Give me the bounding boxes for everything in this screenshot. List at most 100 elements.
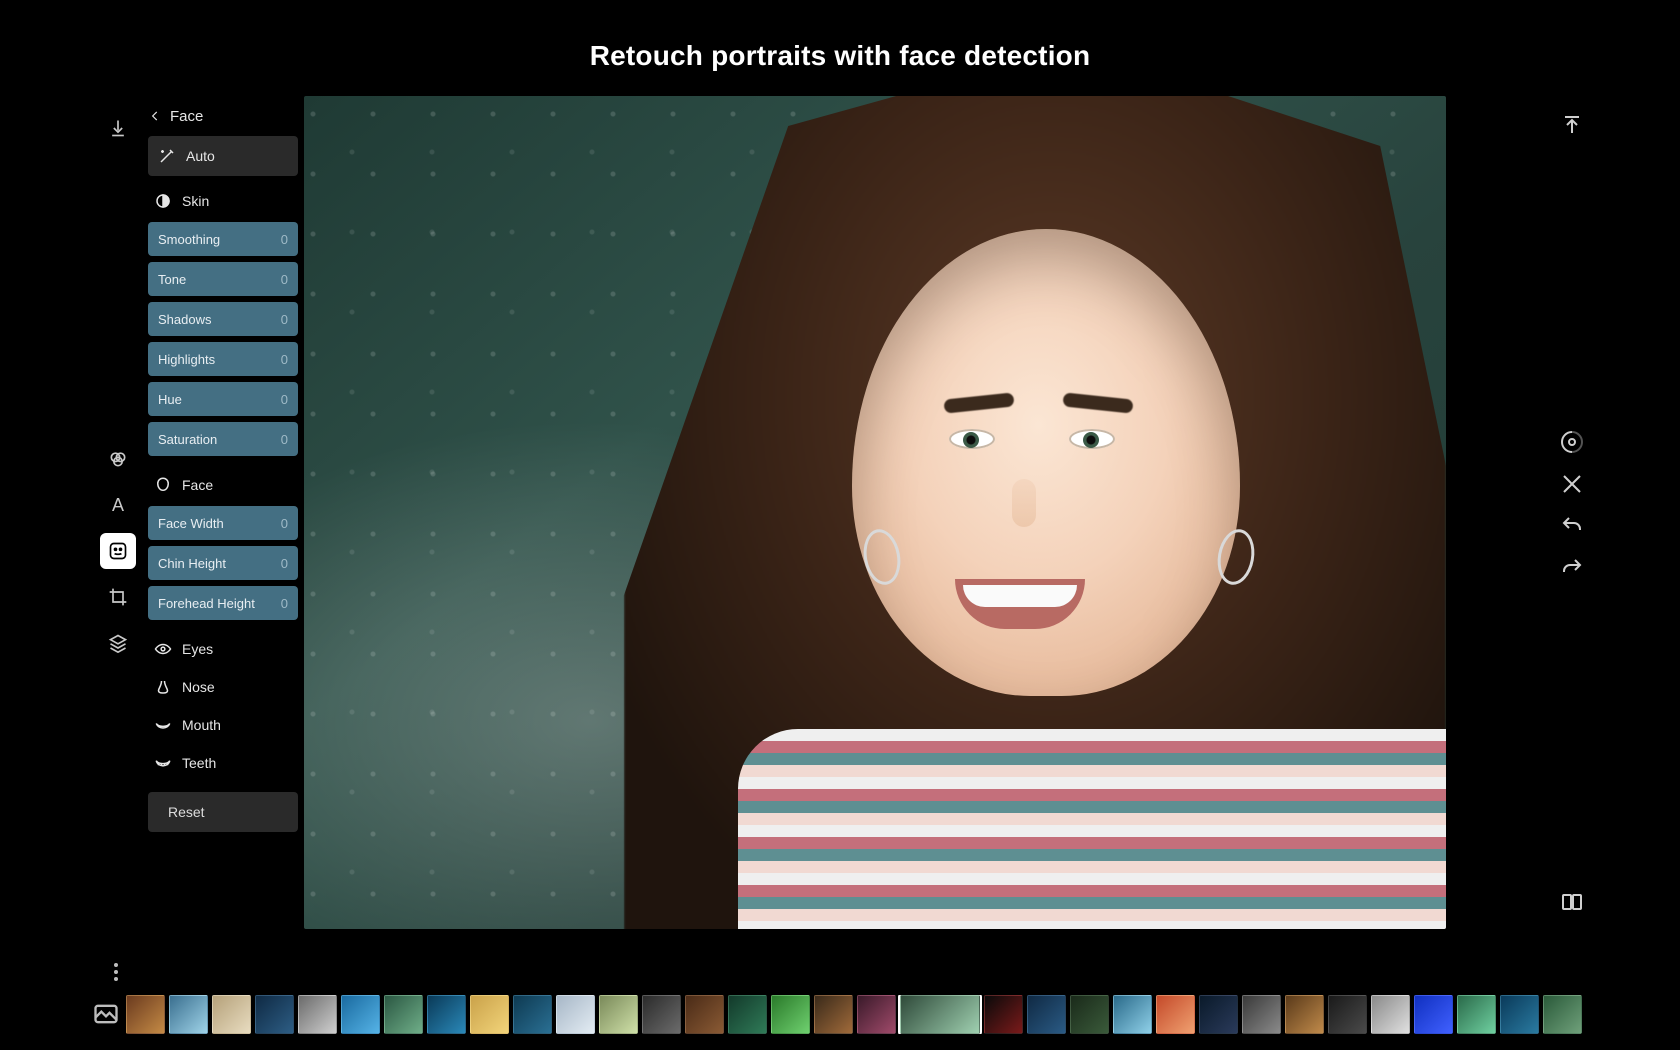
thumbnail[interactable] bbox=[384, 995, 423, 1034]
thumbnail[interactable] bbox=[427, 995, 466, 1034]
thumbnail[interactable] bbox=[169, 995, 208, 1034]
redo-icon[interactable] bbox=[1560, 556, 1584, 580]
auto-button[interactable]: Auto bbox=[148, 136, 298, 176]
thumbnail[interactable] bbox=[341, 995, 380, 1034]
slider-label: Hue bbox=[158, 392, 182, 407]
thumbnail[interactable] bbox=[857, 995, 896, 1034]
more-icon[interactable] bbox=[104, 960, 128, 984]
mouth-icon bbox=[154, 716, 172, 734]
face-label: Face bbox=[182, 477, 213, 493]
crop-icon[interactable] bbox=[100, 579, 136, 615]
slider-value: 0 bbox=[281, 516, 288, 531]
filters-icon[interactable] bbox=[100, 441, 136, 477]
slider-label: Tone bbox=[158, 272, 186, 287]
slider-smoothing[interactable]: Smoothing 0 bbox=[148, 222, 298, 256]
thumbnail[interactable] bbox=[1371, 995, 1410, 1034]
thumbnail[interactable] bbox=[212, 995, 251, 1034]
skin-section[interactable]: Skin bbox=[148, 182, 298, 220]
filmstrip bbox=[92, 990, 1588, 1038]
auto-label: Auto bbox=[186, 148, 215, 164]
slider-label: Shadows bbox=[158, 312, 211, 327]
thumbnail[interactable] bbox=[1414, 995, 1453, 1034]
gallery-icon[interactable] bbox=[92, 1000, 120, 1028]
panel-title: Face bbox=[170, 108, 203, 125]
thumbnail[interactable] bbox=[1457, 995, 1496, 1034]
export-icon[interactable] bbox=[1560, 113, 1584, 137]
slider-highlights[interactable]: Highlights 0 bbox=[148, 342, 298, 376]
thumbnail[interactable] bbox=[1328, 995, 1367, 1034]
skin-label: Skin bbox=[182, 193, 209, 209]
thumbnail[interactable] bbox=[1027, 995, 1066, 1034]
eye-icon bbox=[154, 640, 172, 658]
slider-label: Smoothing bbox=[158, 232, 220, 247]
face-section[interactable]: Face bbox=[148, 466, 298, 504]
slider-label: Forehead Height bbox=[158, 596, 255, 611]
thumbnail[interactable] bbox=[470, 995, 509, 1034]
thumbnail[interactable] bbox=[255, 995, 294, 1034]
slider-chin-height[interactable]: Chin Height 0 bbox=[148, 546, 298, 580]
thumbnail[interactable] bbox=[1156, 995, 1195, 1034]
slider-value: 0 bbox=[281, 272, 288, 287]
slider-forehead-height[interactable]: Forehead Height 0 bbox=[148, 586, 298, 620]
reset-button[interactable]: Reset bbox=[148, 792, 298, 832]
thumbnail[interactable] bbox=[984, 995, 1023, 1034]
thumbnail[interactable] bbox=[1500, 995, 1539, 1034]
thumbnail[interactable] bbox=[814, 995, 853, 1034]
slider-value: 0 bbox=[281, 392, 288, 407]
thumbnail[interactable] bbox=[1242, 995, 1281, 1034]
thumbnail[interactable] bbox=[1113, 995, 1152, 1034]
thumbnail[interactable] bbox=[900, 995, 980, 1034]
slider-hue[interactable]: Hue 0 bbox=[148, 382, 298, 416]
thumbnail[interactable] bbox=[1199, 995, 1238, 1034]
slider-label: Saturation bbox=[158, 432, 217, 447]
thumbnail[interactable] bbox=[298, 995, 337, 1034]
download-icon[interactable] bbox=[100, 110, 136, 146]
mouth-section[interactable]: Mouth bbox=[148, 706, 298, 744]
thumbnail[interactable] bbox=[642, 995, 681, 1034]
headline: Retouch portraits with face detection bbox=[0, 40, 1680, 72]
heal-icon[interactable] bbox=[1560, 472, 1584, 496]
teeth-icon bbox=[154, 754, 172, 772]
layers-icon[interactable] bbox=[100, 625, 136, 661]
slider-label: Highlights bbox=[158, 352, 215, 367]
thumbnail-strip bbox=[126, 995, 1588, 1034]
thumbnail[interactable] bbox=[513, 995, 552, 1034]
radial-icon[interactable] bbox=[1560, 430, 1584, 454]
thumbnail[interactable] bbox=[1285, 995, 1324, 1034]
nose-section[interactable]: Nose bbox=[148, 668, 298, 706]
thumbnail[interactable] bbox=[1070, 995, 1109, 1034]
teeth-section[interactable]: Teeth bbox=[148, 744, 298, 782]
nose-icon bbox=[154, 678, 172, 696]
face-panel: Face Auto Skin Smoothing 0 Tone 0 bbox=[148, 96, 298, 832]
thumbnail[interactable] bbox=[728, 995, 767, 1034]
slider-tone[interactable]: Tone 0 bbox=[148, 262, 298, 296]
thumbnail[interactable] bbox=[771, 995, 810, 1034]
thumbnail[interactable] bbox=[1543, 995, 1582, 1034]
slider-label: Face Width bbox=[158, 516, 224, 531]
face-outline-icon bbox=[154, 476, 172, 494]
chevron-left-icon bbox=[148, 109, 162, 123]
slider-face-width[interactable]: Face Width 0 bbox=[148, 506, 298, 540]
face-tool-icon[interactable] bbox=[100, 533, 136, 569]
portrait-teeth bbox=[963, 585, 1077, 607]
thumbnail[interactable] bbox=[599, 995, 638, 1034]
thumbnail[interactable] bbox=[685, 995, 724, 1034]
eyes-label: Eyes bbox=[182, 641, 213, 657]
compare-icon[interactable] bbox=[1560, 890, 1584, 914]
thumbnail[interactable] bbox=[126, 995, 165, 1034]
eyes-section[interactable]: Eyes bbox=[148, 630, 298, 668]
image-canvas[interactable] bbox=[304, 96, 1446, 929]
portrait-shirt bbox=[738, 729, 1446, 929]
slider-shadows[interactable]: Shadows 0 bbox=[148, 302, 298, 336]
teeth-label: Teeth bbox=[182, 755, 216, 771]
panel-back[interactable]: Face bbox=[148, 96, 298, 136]
slider-value: 0 bbox=[281, 432, 288, 447]
face-sliders: Face Width 0 Chin Height 0 Forehead Heig… bbox=[148, 506, 298, 620]
text-icon[interactable]: A bbox=[100, 487, 136, 523]
mouth-label: Mouth bbox=[182, 717, 221, 733]
contrast-icon bbox=[154, 192, 172, 210]
thumbnail[interactable] bbox=[556, 995, 595, 1034]
slider-label: Chin Height bbox=[158, 556, 226, 571]
slider-saturation[interactable]: Saturation 0 bbox=[148, 422, 298, 456]
undo-icon[interactable] bbox=[1560, 514, 1584, 538]
